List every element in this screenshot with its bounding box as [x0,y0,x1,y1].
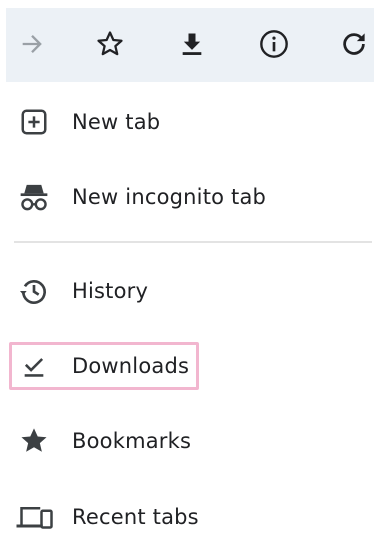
menu-item-label: Downloads [72,354,190,378]
history-icon [14,273,54,309]
menu-divider [14,241,372,243]
menu-item-label: History [72,279,149,303]
menu-item-new-incognito-tab[interactable]: New incognito tab [0,167,374,227]
menu-item-downloads[interactable]: Downloads [0,336,374,396]
download-check-icon [14,348,54,384]
browser-menu: New tab New incognito tab History Downlo… [0,0,374,548]
menu-item-label: New incognito tab [72,185,267,209]
menu-item-history[interactable]: History [0,261,374,321]
menu-item-label: New tab [72,110,161,134]
info-icon [258,28,290,60]
menu-item-label: Recent tabs [72,505,199,529]
page-info-button[interactable] [254,24,294,64]
forward-arrow-icon [18,30,46,58]
download-icon [178,30,206,58]
download-page-button[interactable] [172,24,212,64]
bookmark-page-button[interactable] [90,24,130,64]
forward-button[interactable] [12,24,52,64]
menu-item-recent-tabs[interactable]: Recent tabs [0,487,374,547]
menu-item-bookmarks[interactable]: Bookmarks [0,411,374,471]
incognito-icon [14,179,54,215]
star-filled-icon [14,423,54,459]
menu-item-label: Bookmarks [72,429,192,453]
reload-button[interactable] [334,24,374,64]
plus-box-icon [14,104,54,140]
menu-toolbar [6,8,374,82]
star-outline-icon [95,29,125,59]
menu-item-new-tab[interactable]: New tab [0,92,374,152]
refresh-icon [339,29,369,59]
devices-icon [14,499,54,535]
